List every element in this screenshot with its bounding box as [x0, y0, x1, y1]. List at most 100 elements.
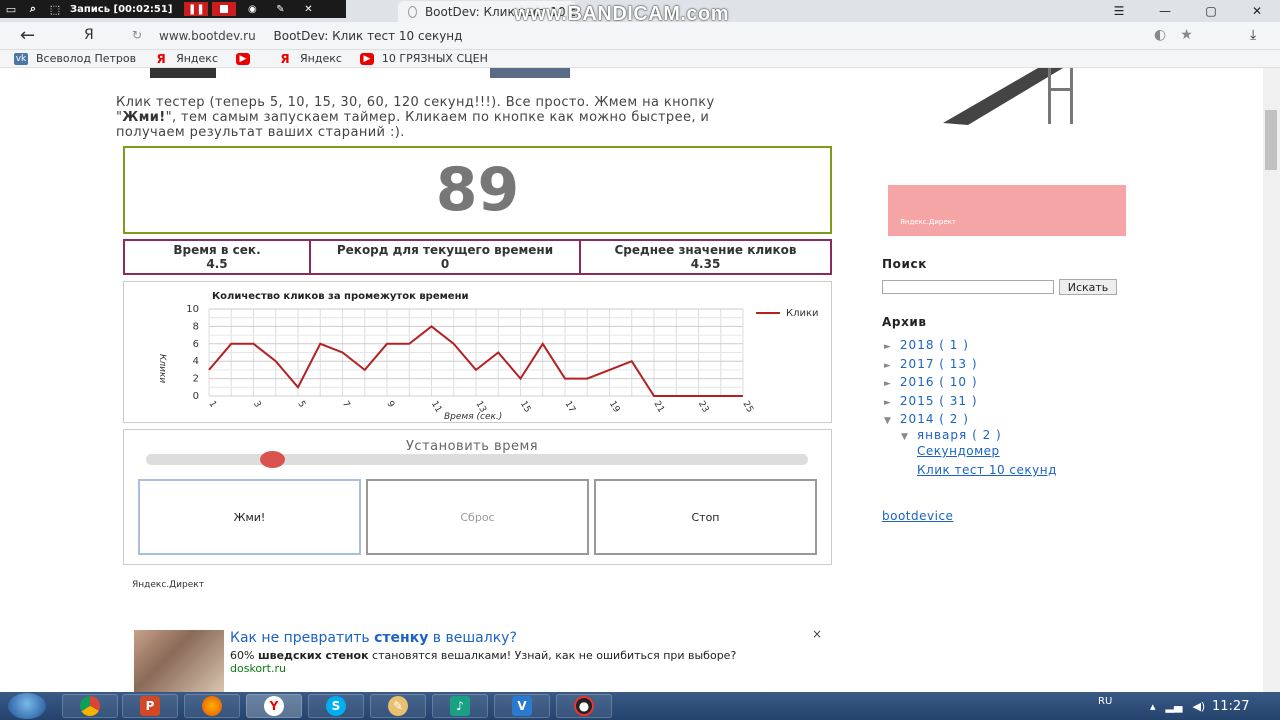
- reload-icon[interactable]: ↻: [132, 28, 142, 42]
- start-button[interactable]: [8, 693, 46, 719]
- skype-icon: S: [326, 696, 346, 716]
- taskbar-yandex[interactable]: Y: [246, 694, 302, 718]
- bookmark-item[interactable]: Я Яндекс: [154, 51, 218, 66]
- bookmark-item[interactable]: Я Яндекс: [278, 52, 342, 66]
- thumbnail-image[interactable]: [490, 68, 570, 78]
- x-axis-label: Время (сек.): [444, 412, 502, 422]
- close-recorder-icon[interactable]: ✕: [296, 2, 320, 16]
- sidebar-ad-label: Яндекс.Директ: [900, 218, 956, 226]
- thumbnail-image[interactable]: [150, 68, 216, 78]
- x-tick-label: 7: [340, 400, 352, 410]
- url-page-title: BootDev: Клик тест 10 секунд: [273, 29, 463, 43]
- x-tick-label: 1: [206, 400, 218, 410]
- post-link-click-test[interactable]: Клик тест 10 секунд: [917, 463, 1057, 477]
- url-field[interactable]: www.bootdev.ru BootDev: Клик тест 10 сек…: [159, 29, 462, 43]
- archive-month-january[interactable]: ▼ января ( 2 ): [901, 428, 1002, 442]
- archive-item-2017[interactable]: ► 2017 ( 13 ): [884, 357, 978, 371]
- tray-expand-icon[interactable]: ▴: [1150, 700, 1156, 713]
- rectangle-select-icon[interactable]: ⬚: [44, 3, 66, 16]
- ad-domain[interactable]: doskort.ru: [230, 662, 286, 675]
- window-icon[interactable]: ▭: [0, 3, 22, 16]
- close-button[interactable]: ✕: [1234, 0, 1280, 22]
- screenshot-icon[interactable]: ◉: [240, 2, 264, 16]
- language-indicator[interactable]: RU: [1098, 696, 1112, 707]
- ad-banner: [888, 185, 1126, 236]
- firefox-icon: [202, 696, 222, 716]
- yandex-home-button[interactable]: Я: [84, 27, 94, 43]
- archive-item-2014[interactable]: ▼ 2014 ( 2 ): [884, 412, 969, 426]
- taskbar-app[interactable]: V: [494, 694, 550, 718]
- scrollbar-thumb[interactable]: [1265, 110, 1277, 170]
- x-tick-label: 17: [562, 400, 576, 415]
- expand-icon[interactable]: ►: [884, 361, 892, 371]
- menu-icon[interactable]: ☰: [1096, 0, 1142, 22]
- draw-icon[interactable]: ✎: [268, 2, 292, 16]
- post-link-stopwatch[interactable]: Секундомер: [917, 444, 1000, 458]
- system-clock[interactable]: 11:27: [1212, 699, 1249, 714]
- tray-icons: ▴ ▂▄ ◀): [1150, 700, 1205, 713]
- search-button[interactable]: Искать: [1059, 279, 1117, 295]
- search-input[interactable]: [882, 280, 1054, 294]
- bookmark-item[interactable]: ▶: [236, 52, 258, 65]
- vk-icon: vk: [14, 52, 28, 65]
- reset-button[interactable]: Сброс: [366, 479, 589, 555]
- taskbar-app[interactable]: ♪: [432, 694, 488, 718]
- taskbar-skype[interactable]: S: [308, 694, 364, 718]
- taskbar-paint[interactable]: ✎: [370, 694, 426, 718]
- presentation-icon: P: [140, 696, 160, 716]
- archive-item-2016[interactable]: ► 2016 ( 10 ): [884, 375, 978, 389]
- y-tick-label: 2: [193, 374, 199, 385]
- window-controls: ☰ — ▢ ✕: [1096, 0, 1280, 22]
- tab-favicon: [408, 5, 417, 18]
- search-icon[interactable]: ⌕: [22, 2, 44, 16]
- collapse-icon[interactable]: ▼: [884, 416, 892, 426]
- archive-item-2018[interactable]: ► 2018 ( 1 ): [884, 338, 969, 352]
- taskbar-firefox[interactable]: [184, 694, 240, 718]
- bookmark-item[interactable]: ▶ 10 ГРЯЗНЫХ СЦЕН: [359, 52, 488, 65]
- ad-close-icon[interactable]: ×: [812, 627, 822, 641]
- taskbar-bandicam[interactable]: ●: [556, 694, 612, 718]
- legend-label: Клики: [786, 308, 819, 319]
- stop-record-button[interactable]: [212, 2, 237, 16]
- chart-title: Количество кликов за промежуток времени: [212, 291, 469, 302]
- y-tick-label: 6: [193, 339, 199, 350]
- profile-link[interactable]: bootdevice: [882, 509, 953, 523]
- sidebar-ad-image[interactable]: Яндекс.Директ: [888, 68, 1126, 236]
- url-actions: ◐ ★: [1154, 27, 1193, 43]
- bookmark-star-icon[interactable]: ★: [1180, 27, 1193, 43]
- yandex-icon: Я: [156, 51, 166, 66]
- archive-item-2015[interactable]: ► 2015 ( 31 ): [884, 394, 978, 408]
- bookmark-item[interactable]: vk Всеволод Петров: [14, 52, 136, 65]
- taskbar-chrome[interactable]: [62, 694, 118, 718]
- expand-icon[interactable]: ►: [884, 379, 892, 389]
- minimize-button[interactable]: —: [1142, 0, 1188, 22]
- x-tick-label: 15: [518, 400, 532, 415]
- youtube-icon: ▶: [359, 52, 374, 65]
- volume-icon[interactable]: ◀): [1192, 700, 1205, 713]
- record-stat: Рекорд для текущего времени 0: [311, 241, 581, 273]
- audio-icon: ♪: [450, 696, 470, 716]
- time-slider-track[interactable]: [146, 454, 808, 465]
- collapse-icon[interactable]: ▼: [901, 432, 909, 442]
- press-button[interactable]: Жми!: [138, 479, 361, 555]
- pause-button[interactable]: ❚❚: [184, 2, 209, 16]
- x-tick-label: 25: [740, 400, 754, 415]
- network-icon[interactable]: ▂▄: [1166, 700, 1183, 713]
- expand-icon[interactable]: ►: [884, 398, 892, 408]
- stats-table: Время в сек. 4.5 Рекорд для текущего вре…: [123, 239, 832, 275]
- download-icon[interactable]: ⤓: [1250, 27, 1256, 43]
- maximize-button[interactable]: ▢: [1188, 0, 1234, 22]
- chrome-icon: [80, 696, 100, 716]
- expand-icon[interactable]: ►: [884, 342, 892, 352]
- taskbar-app[interactable]: P: [122, 694, 178, 718]
- shield-icon: V: [512, 696, 532, 716]
- stop-button[interactable]: Стоп: [594, 479, 817, 555]
- yandex-direct-label[interactable]: Яндекс.Директ: [132, 580, 204, 590]
- back-button[interactable]: ←: [20, 25, 35, 46]
- ad-image[interactable]: [134, 630, 224, 692]
- protect-icon[interactable]: ◐: [1154, 27, 1166, 43]
- search-title: Поиск: [882, 257, 927, 271]
- post-thumbnails: [150, 68, 570, 78]
- ad-title[interactable]: Как не превратить стенку в вешалку?: [230, 630, 517, 646]
- time-slider-handle[interactable]: [259, 451, 285, 468]
